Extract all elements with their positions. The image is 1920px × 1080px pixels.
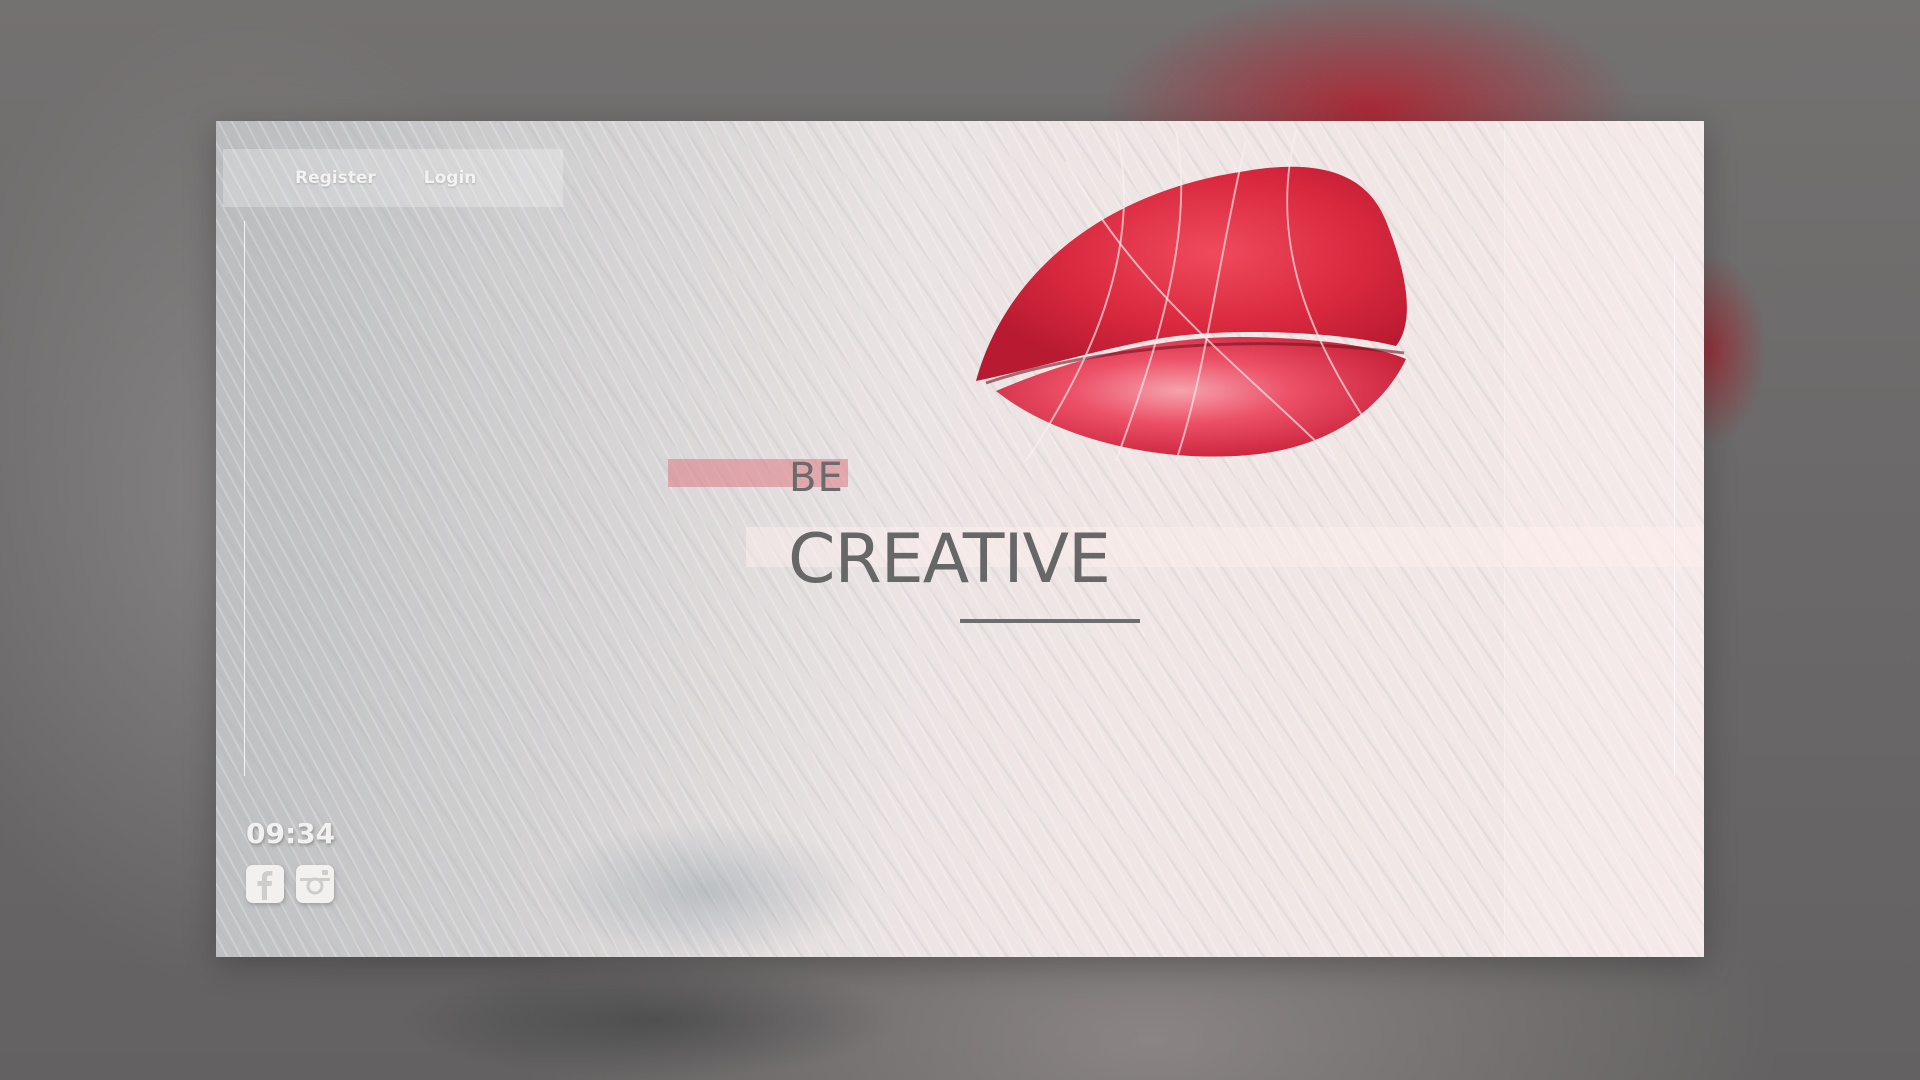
headline-creative: CREATIVE [788, 520, 1111, 599]
lips-image [976, 131, 1407, 461]
hair-tint [546, 821, 866, 957]
facebook-icon[interactable] [245, 864, 285, 904]
clock-time: 09:34 [246, 817, 336, 850]
left-divider-line [244, 221, 245, 776]
headline-be: BE [789, 455, 844, 501]
social-links [245, 864, 335, 904]
instagram-icon[interactable] [295, 864, 335, 904]
register-link[interactable]: Register [295, 168, 376, 188]
hero-card: Register Login BE CREATIVE 09:34 [216, 121, 1704, 957]
background-shadow [400, 960, 900, 1080]
login-link[interactable]: Login [424, 168, 477, 188]
headline-underline [960, 619, 1140, 623]
right-divider-line [1674, 256, 1675, 776]
top-nav: Register Login [223, 149, 563, 207]
